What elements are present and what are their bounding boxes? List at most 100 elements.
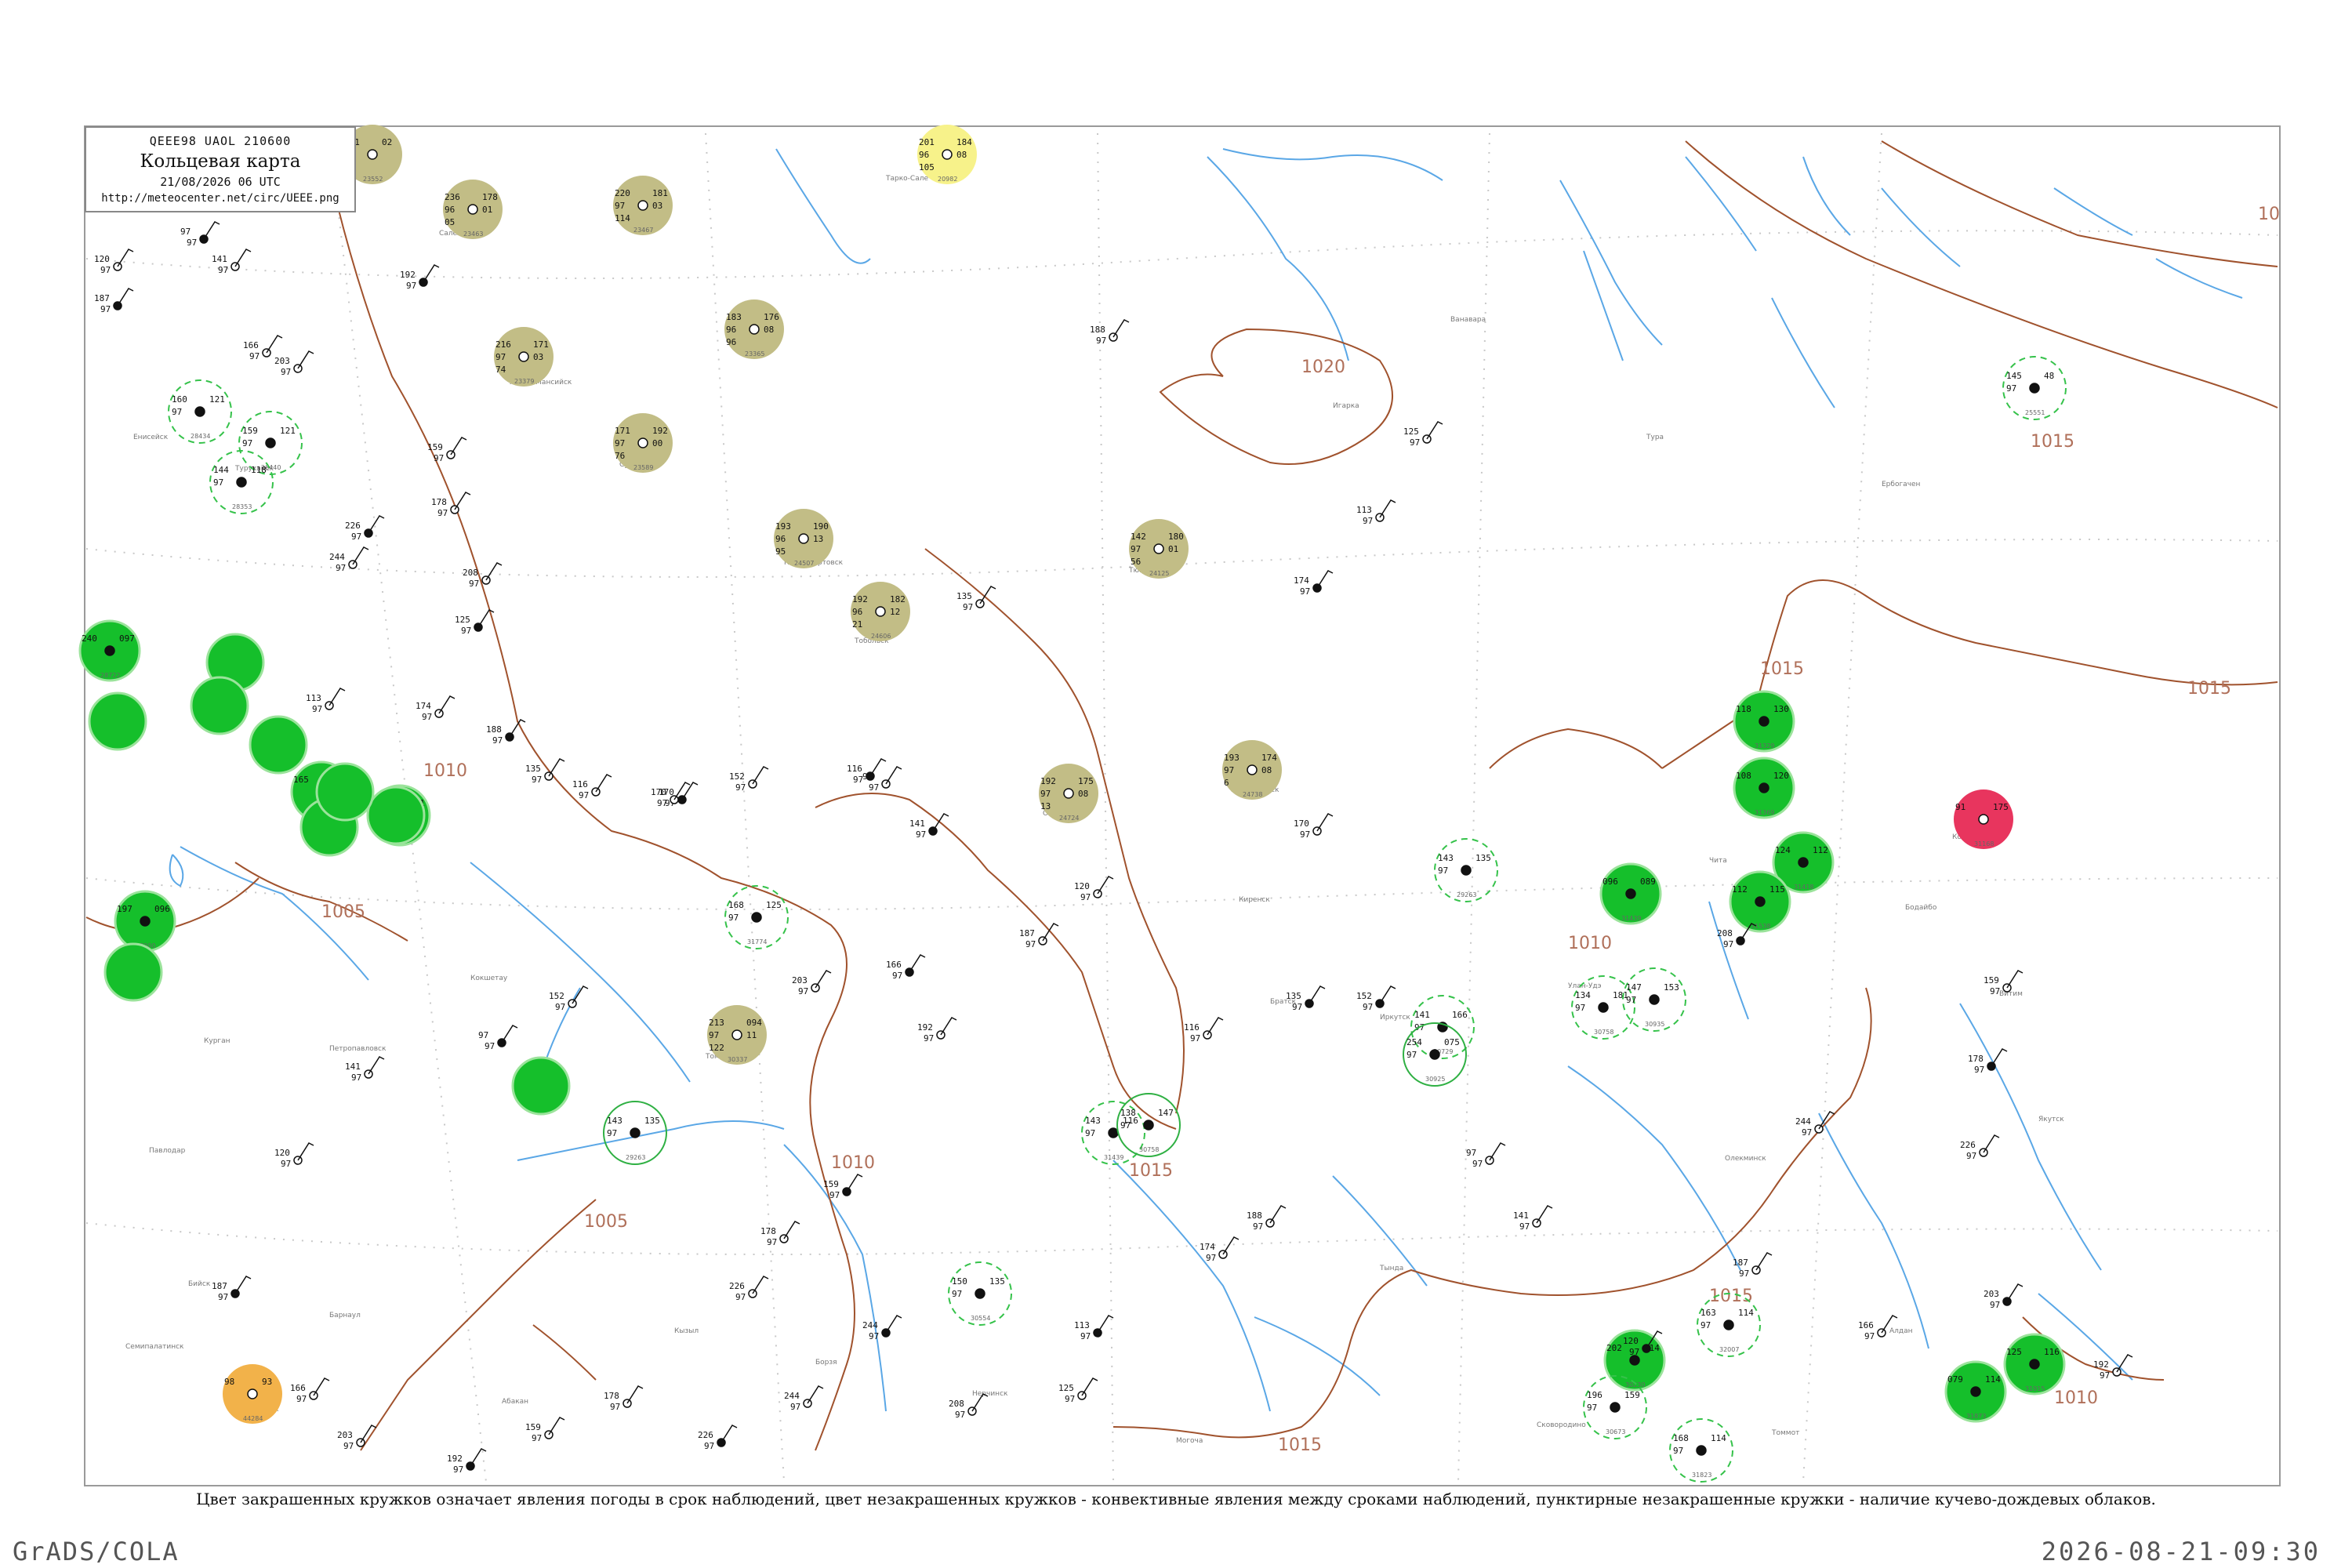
place-label: Курган [204,1037,230,1045]
station-value: 97 [1723,939,1733,949]
station-value: 97 [351,1073,361,1083]
station-value: 97 [952,1289,962,1299]
station-circle-filled: 216 171 97 03 74 23379 [494,327,554,387]
station-value: 166 [290,1383,306,1393]
station-plot: 18797 [1019,923,1059,949]
station-value: 144 [213,465,229,475]
cloud-cover-symbol [749,324,760,335]
station-value: 97 [798,986,808,996]
station-circle-dashed: 160 121 97 28434 [168,379,232,444]
station-value: 159 [1984,975,1999,985]
station-circle-filled: 240 097 28722 [78,619,141,682]
station-code: 29263 [626,1154,645,1161]
station-circle-filled [315,762,375,822]
station-value: 141 [1414,1010,1430,1020]
cloud-cover-symbol [1429,1049,1440,1060]
station-plot: 9797 [478,1025,518,1051]
place-label: Томмот [1771,1429,1799,1437]
station-value: 114 [615,213,630,223]
station-plot: 18797 [94,288,134,314]
station-value: 190 [813,521,829,532]
station-plot: 11697 [1184,1017,1224,1044]
cloud-cover-symbol [875,606,886,617]
station-value: 97 [1438,866,1448,876]
station-plot: 13597 [956,586,996,612]
station-value: 171 [533,339,549,350]
isobar-label: 1010 [423,761,467,781]
station-value: 97 [555,1002,565,1012]
station-code: 31774 [747,938,767,946]
station-plot: 14197 [212,249,252,275]
station-value: 97 [351,532,361,542]
station-value: 182 [890,594,906,604]
station-value: 114 [1985,1374,2001,1385]
station-value: 97 [485,1041,495,1051]
station-value: 226 [345,521,361,531]
station-code: 31329 [1755,742,1774,750]
station-value: 125 [455,615,470,625]
station-value: 188 [1247,1210,1262,1221]
station-value: 113 [306,693,321,703]
cloud-cover-symbol [975,1288,985,1299]
station-value: 97 [1253,1221,1263,1232]
station-value: 97 [296,1394,307,1404]
cloud-cover-symbol [1759,782,1769,793]
station-value: 175 [1993,802,2009,812]
station-value: 97 [1739,1269,1749,1279]
station-value: 141 [1513,1210,1529,1221]
station-value: 166 [1858,1320,1874,1330]
station-value: 244 [329,552,345,562]
station-value: 187 [1733,1258,1748,1268]
station-value: 97 [242,438,252,448]
place-label: Игарка [1333,402,1359,410]
cloud-cover-symbol [1153,543,1164,554]
station-value: 114 [1711,1433,1726,1443]
station-circle-filled: 201 184 96 08 10520982 [917,125,977,184]
station-value: 159 [1624,1390,1640,1400]
station-circle-dashed: 147 153 97 30935 [1622,967,1686,1032]
station-value: 178 [604,1391,619,1401]
station-value: 220 [615,188,630,198]
station-value: 97 [607,1128,617,1138]
station-value: 121 [209,394,225,405]
station-value: 97 [1085,1128,1095,1138]
station-plot: 20397 [337,1425,377,1451]
station-circle-filled [103,942,163,1002]
map-caption: Цвет закрашенных кружков означает явлени… [196,1490,2156,1508]
station-value: 97 [1974,1065,1984,1075]
station-value: 226 [729,1281,745,1291]
station-plot: 19297 [447,1448,487,1475]
station-value: 188 [1090,325,1105,335]
station-value: 213 [709,1018,724,1028]
station-value: 97 [100,265,111,275]
station-value: 193 [1224,753,1240,763]
station-value: 130 [1773,704,1789,714]
place-label: Барнаул [329,1312,361,1319]
station-value: 97 [916,829,926,840]
station-code: 23552 [363,176,383,183]
station-value: 97 [657,798,667,808]
station-value: 187 [212,1281,227,1291]
station-circle-filled: 183 176 96 08 96 23365 [724,299,784,359]
station-code: 23463 [463,230,483,238]
station-value: 203 [792,975,808,985]
station-plot: 22697 [345,515,385,542]
cloud-cover-symbol [194,406,205,417]
station-value: 121 [280,426,296,436]
cloud-cover-symbol [367,149,378,160]
place-label: Бийск [188,1280,211,1288]
footer-timestamp: 2026-08-21-09:30 [2041,1537,2321,1566]
station-value: 97 [336,563,346,573]
map-code: QEEE98 UAOL 210600 [149,134,292,148]
station-plot: 12097 [94,249,134,275]
station-value: 01 [1168,544,1178,554]
station-value: 216 [495,339,511,350]
station-code: 31873 [1966,1413,1986,1420]
station-value: 108 [1736,771,1751,781]
station-value: 203 [337,1430,353,1440]
isobar-label: 10 [2258,205,2280,224]
station-plot: 19297 [917,1017,957,1044]
station-value: 174 [1294,575,1309,586]
station-code: 25551 [2025,409,2045,416]
station-value: 97 [1864,1331,1875,1341]
